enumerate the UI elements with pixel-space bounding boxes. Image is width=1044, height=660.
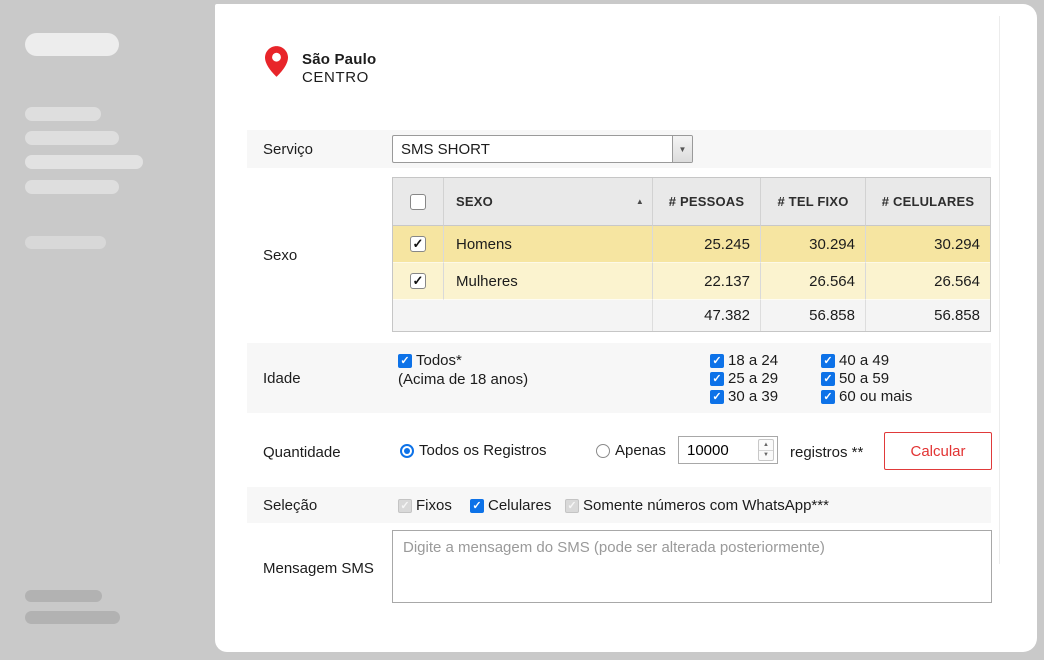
table-header-pessoas[interactable]: # PESSOAS [653,178,761,226]
idade-nota: (Acima de 18 anos) [398,371,528,388]
registros-number-field: ▲ ▼ [678,436,778,464]
checkbox-disabled-icon: ✓ [398,499,412,513]
radio-unselected-icon[interactable] [596,444,610,458]
row-homens-checkbox-cell[interactable]: ✓ [393,226,444,263]
sexo-table: SEXO ▲ # PESSOAS # TEL FIXO # CELULARES … [392,177,991,332]
quantidade-label: Quantidade [263,444,341,461]
sort-asc-icon: ▲ [636,197,644,206]
checkbox-checked-icon[interactable]: ✓ [710,390,724,404]
skeleton-pill [25,236,106,249]
table-header-select-all[interactable] [393,178,444,226]
checkbox-60-mais[interactable]: ✓ 60 ou mais [821,388,912,405]
cell-sexo[interactable]: Homens [444,226,653,263]
checkbox-checked-icon[interactable]: ✓ [821,372,835,386]
skeleton-pill [25,155,143,169]
radio-label[interactable]: Apenas [615,442,666,459]
range-label[interactable]: 18 a 24 [728,352,778,369]
skeleton-pill [25,131,119,145]
checkbox-checked-icon[interactable]: ✓ [821,390,835,404]
checkbox-40-49[interactable]: ✓ 40 a 49 [821,352,889,369]
row-checkbox[interactable]: ✓ [410,236,426,252]
servico-label: Serviço [263,141,313,158]
range-label[interactable]: 50 a 59 [839,370,889,387]
row-idade: Idade ✓ Todos* (Acima de 18 anos) ✓ 18 a… [247,343,991,413]
cell-sexo[interactable]: Mulheres [444,263,653,300]
checkbox-checked-icon[interactable]: ✓ [710,354,724,368]
selecao-label: Seleção [263,497,317,514]
sexo-label: Sexo [263,247,297,264]
cell-pessoas: 22.137 [653,263,761,300]
col-sexo-label: SEXO [456,194,493,209]
panel-scrollbar-track [999,16,1000,564]
registros-input[interactable] [679,442,749,459]
total-telfixo: 56.858 [761,300,866,331]
select-all-checkbox[interactable] [410,194,426,210]
total-pessoas: 47.382 [653,300,761,331]
range-label[interactable]: 30 a 39 [728,388,778,405]
checkbox-disabled-icon: ✓ [565,499,579,513]
location-city: São Paulo [302,51,376,68]
servico-select-value: SMS SHORT [393,141,672,158]
servico-select[interactable]: SMS SHORT ▼ [392,135,693,163]
registros-suffix: registros ** [790,444,863,461]
checkbox-checked-icon[interactable]: ✓ [821,354,835,368]
skeleton-pill [25,107,101,121]
checkbox-25-29[interactable]: ✓ 25 a 29 [710,370,778,387]
checkbox-30-39[interactable]: ✓ 30 a 39 [710,388,778,405]
mensagem-label: Mensagem SMS [263,560,374,577]
checkbox-fixos: ✓ Fixos [398,497,452,514]
main-panel: São Paulo CENTRO Serviço SMS SHORT ▼ Sex… [215,4,1037,652]
total-empty-cell [444,300,653,331]
cell-celulares: 26.564 [866,263,990,300]
checkbox-todos-label[interactable]: Todos* [416,352,462,369]
select-arrow-button[interactable]: ▼ [672,136,692,162]
spinner-up-button[interactable]: ▲ [759,440,773,451]
chevron-down-icon: ▼ [679,145,687,154]
cell-telfixo: 30.294 [761,226,866,263]
location-district: CENTRO [302,69,369,86]
row-checkbox[interactable]: ✓ [410,273,426,289]
radio-apenas[interactable]: Apenas [596,442,666,459]
total-celulares: 56.858 [866,300,990,331]
checkbox-celulares[interactable]: ✓ Celulares [470,497,551,514]
radio-todos-registros[interactable]: Todos os Registros [400,442,547,459]
skeleton-pill [25,611,120,624]
row-selecao: Seleção ✓ Fixos ✓ Celulares ✓ Somente nú… [247,487,991,523]
idade-label: Idade [263,370,301,387]
checkbox-50-59[interactable]: ✓ 50 a 59 [821,370,889,387]
checkbox-celulares-label[interactable]: Celulares [488,497,551,514]
radio-label[interactable]: Todos os Registros [419,442,547,459]
spinner-down-button[interactable]: ▼ [759,451,773,461]
checkbox-checked-icon[interactable]: ✓ [710,372,724,386]
checkbox-todos[interactable]: ✓ Todos* [398,352,462,369]
checkbox-checked-icon[interactable]: ✓ [398,354,412,368]
row-servico: Serviço SMS SHORT ▼ [247,130,991,168]
location-pin-icon [265,46,288,77]
total-empty-cell [393,300,444,331]
checkbox-18-24[interactable]: ✓ 18 a 24 [710,352,778,369]
table-header-telfixo[interactable]: # TEL FIXO [761,178,866,226]
cell-pessoas: 25.245 [653,226,761,263]
table-header-celulares[interactable]: # CELULARES [866,178,990,226]
skeleton-pill [25,180,119,194]
skeleton-pill [25,590,102,602]
mensagem-textarea[interactable] [392,530,992,603]
range-label[interactable]: 60 ou mais [839,388,912,405]
radio-selected-icon[interactable] [400,444,414,458]
range-label[interactable]: 25 a 29 [728,370,778,387]
row-mulheres-checkbox-cell[interactable]: ✓ [393,263,444,300]
skeleton-pill [25,33,119,56]
cell-celulares: 30.294 [866,226,990,263]
cell-telfixo: 26.564 [761,263,866,300]
table-header-sexo[interactable]: SEXO ▲ [444,178,653,226]
checkbox-fixos-label: Fixos [416,497,452,514]
range-label[interactable]: 40 a 49 [839,352,889,369]
checkbox-checked-icon[interactable]: ✓ [470,499,484,513]
checkbox-whatsapp: ✓ Somente números com WhatsApp*** [565,497,829,514]
calcular-button[interactable]: Calcular [884,432,992,470]
checkbox-whatsapp-label: Somente números com WhatsApp*** [583,497,829,514]
number-spinner: ▲ ▼ [758,439,774,461]
